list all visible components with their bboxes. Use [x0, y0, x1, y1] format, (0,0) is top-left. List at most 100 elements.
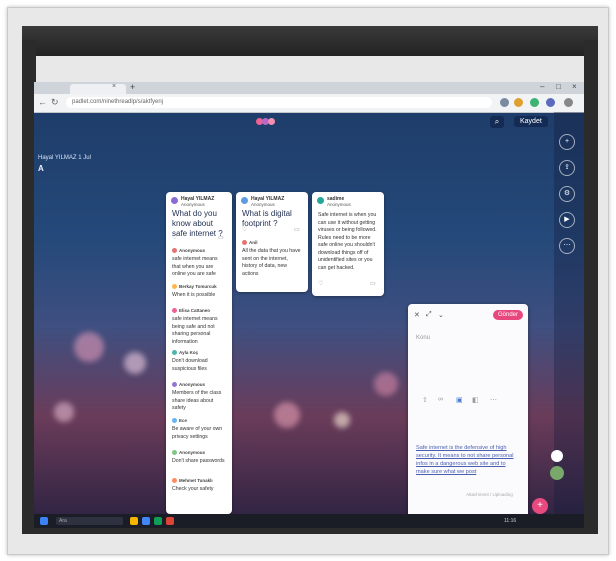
post-subtitle: Anonymous: [251, 202, 275, 207]
like-icon[interactable]: ♡: [242, 226, 247, 233]
taskbar-search[interactable]: Ara: [56, 517, 123, 525]
maximize-button[interactable]: □: [556, 82, 561, 91]
comment-text: Members of the class share ideas about s…: [172, 390, 222, 411]
file-explorer-icon[interactable]: [130, 517, 138, 525]
avatar: [171, 197, 178, 204]
more-icon[interactable]: ⋯: [559, 238, 575, 254]
bokeh-light: [124, 352, 146, 374]
add-post-button[interactable]: +: [532, 498, 548, 514]
comment-author: Mehmet Tunaklı: [179, 478, 213, 483]
bokeh-light: [274, 402, 300, 428]
close-icon[interactable]: ✕: [414, 311, 420, 319]
new-tab-button[interactable]: +: [130, 82, 135, 92]
subject-input[interactable]: Konu: [416, 335, 430, 341]
comment-text: Be aware of your own privacy settings: [172, 426, 223, 440]
address-bar: ← ↻ padlet.com/ninethreadlp/s/aktfyenj: [34, 94, 584, 113]
composer-footer: Attachment / Uploading: [466, 492, 513, 497]
avatar: [242, 240, 247, 245]
slideshow-icon[interactable]: ▶: [559, 212, 575, 228]
back-icon[interactable]: ←: [38, 97, 47, 107]
comment-icon[interactable]: ▭: [294, 226, 300, 233]
reload-icon[interactable]: ↻: [51, 97, 59, 108]
chevron-down-icon[interactable]: ⌄: [438, 311, 444, 319]
avatar: [172, 308, 177, 313]
post-body: Safe internet is when you can use it wit…: [318, 212, 377, 271]
comment-author: Anonymous: [179, 382, 206, 387]
post-subtitle: Anonymous: [327, 202, 351, 207]
menu-icon[interactable]: [564, 98, 573, 107]
comment-author: Berkay Tomurcuk: [179, 284, 217, 289]
avatar: [268, 118, 275, 125]
more-icon[interactable]: ⋯: [490, 396, 497, 404]
avatar: [172, 350, 177, 355]
close-window-button[interactable]: ×: [572, 82, 577, 91]
like-icon[interactable]: ♡: [172, 234, 177, 241]
monitor-bezel-right: [584, 40, 598, 532]
comment-text: Don't share passwords: [172, 458, 225, 464]
save-button[interactable]: Kaydet: [514, 116, 548, 127]
comment-author: Anonymous: [179, 450, 206, 455]
post-card[interactable]: Hayal YILMAZ Anonymous What is digital f…: [236, 192, 308, 292]
comment-text: Don't download suspicious files: [172, 358, 208, 372]
zoom-button[interactable]: [551, 450, 563, 462]
comment-author: Ece: [179, 418, 188, 423]
monitor-screen: × + – □ × ← ↻ padlet.com/ninethreadlp/s/…: [34, 82, 584, 528]
chrome-icon[interactable]: [142, 517, 150, 525]
settings-icon[interactable]: ⚙: [559, 186, 575, 202]
url-field[interactable]: padlet.com/ninethreadlp/s/aktfyenj: [66, 97, 492, 108]
avatar[interactable]: [550, 466, 564, 480]
avatar: [172, 418, 177, 423]
send-button[interactable]: Gönder: [493, 310, 524, 320]
post-composer: ✕ ⤢ ⌄ Gönder Konu ⇧ ∞ ▣ ◧ ⋯ Safe interne…: [408, 304, 528, 526]
comment-text: When it is possible: [172, 292, 216, 298]
comment-author: Ayla Koç: [179, 350, 199, 355]
windows-start-icon[interactable]: [40, 517, 48, 525]
avatar: [172, 382, 177, 387]
browser-tab-bar: × + – □ ×: [34, 82, 584, 94]
like-icon[interactable]: ♡: [318, 280, 323, 287]
app-icon[interactable]: [154, 517, 162, 525]
bokeh-light: [54, 402, 74, 422]
comment-icon[interactable]: ▭: [370, 280, 376, 287]
link-icon[interactable]: ∞: [438, 396, 443, 403]
app-icon[interactable]: [166, 517, 174, 525]
image-icon[interactable]: ▣: [456, 396, 463, 404]
post-body-input[interactable]: Safe internet is the defensive of high s…: [416, 444, 516, 476]
post-card[interactable]: sadime Anonymous Safe internet is when y…: [312, 192, 384, 296]
avatar: [172, 478, 177, 483]
upload-icon[interactable]: ⇧: [422, 396, 428, 404]
camera-icon[interactable]: ◧: [472, 396, 479, 404]
search-icon[interactable]: ⌕: [490, 116, 504, 128]
extension-icon[interactable]: [500, 98, 509, 107]
comment-icon[interactable]: ▭: [218, 234, 224, 241]
post-subtitle: Anonymous: [181, 202, 205, 207]
comment-text: Check your safety: [172, 486, 214, 492]
comment-author: Anil: [249, 240, 258, 245]
monitor-bezel-top: [22, 26, 598, 56]
profile-icon[interactable]: [546, 98, 555, 107]
avatar: [172, 248, 177, 253]
extension-icon[interactable]: [530, 98, 539, 107]
add-icon[interactable]: +: [559, 134, 575, 150]
post-card[interactable]: Hayal YILMAZ Anonymous What do you know …: [166, 192, 232, 514]
comment-text: safe internet means that when you are on…: [172, 256, 218, 277]
extension-icon[interactable]: [514, 98, 523, 107]
board-title: Hayal YILMAZ 1 Jul: [38, 155, 91, 161]
avatar: [317, 197, 324, 204]
browser-tab[interactable]: [70, 84, 126, 94]
comment-text: All the data that you have sent on the i…: [242, 248, 301, 277]
minimize-button[interactable]: –: [540, 82, 544, 91]
avatar: [172, 450, 177, 455]
expand-icon[interactable]: ⤢: [426, 311, 432, 319]
comment-author: Elisa Cattaneo: [179, 308, 211, 313]
comment-author: Anonymous: [179, 248, 206, 253]
board-subtitle: A: [38, 164, 44, 173]
bokeh-light: [334, 412, 350, 428]
share-icon[interactable]: ⇪: [559, 160, 575, 176]
bokeh-light: [74, 332, 104, 362]
taskbar: Ara 11:16: [34, 514, 584, 528]
tab-close-icon[interactable]: ×: [112, 83, 116, 90]
avatar: [172, 284, 177, 289]
comment-text: safe internet means being safe and not s…: [172, 316, 218, 345]
avatar: [241, 197, 248, 204]
